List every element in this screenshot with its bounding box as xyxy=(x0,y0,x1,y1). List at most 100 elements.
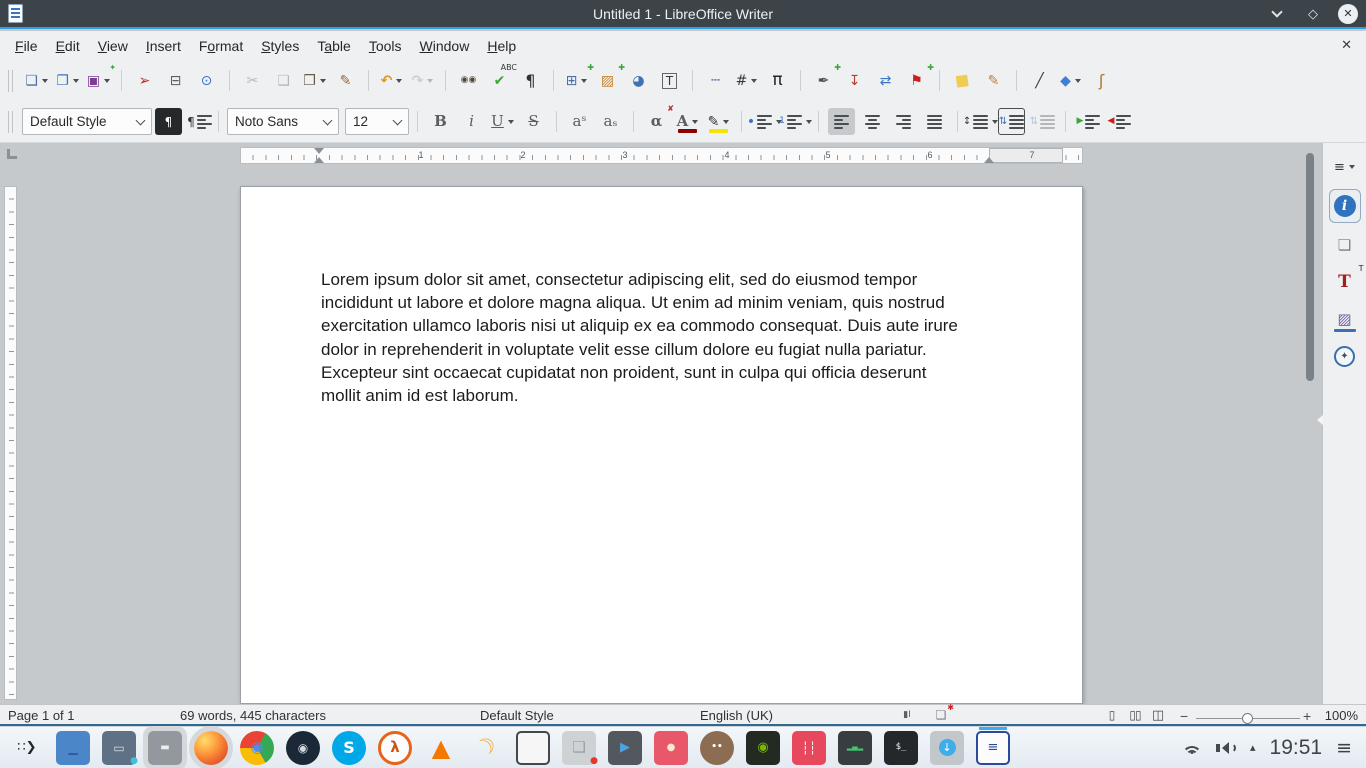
app-launcher[interactable]: ∷❯ xyxy=(10,731,44,765)
menu-insert[interactable]: Insert xyxy=(137,34,190,58)
basic-shapes-dropdown-arrow[interactable] xyxy=(1074,78,1081,83)
document-text-line[interactable]: exercitation ullamco laboris nisi ut ali… xyxy=(321,314,1021,337)
styles-deck[interactable]: TT xyxy=(1330,265,1363,296)
formatting-marks[interactable]: ¶ xyxy=(517,67,544,94)
lambda-app[interactable]: λ xyxy=(378,730,412,765)
underline-dropdown-arrow[interactable] xyxy=(507,119,514,124)
single-page-view[interactable]: ▯ xyxy=(1103,707,1121,723)
firefox[interactable] xyxy=(189,725,233,768)
font-name-dropdown-icon[interactable] xyxy=(322,115,333,125)
decrease-indent[interactable]: ◀ xyxy=(1106,108,1133,135)
redo-dropdown-arrow[interactable] xyxy=(427,78,434,83)
pavucontrol[interactable]: ┆┆ xyxy=(792,730,826,765)
tray-expand-icon[interactable]: ▴ xyxy=(1250,741,1256,754)
subscript[interactable]: aₛ xyxy=(597,108,624,135)
right-indent-marker[interactable] xyxy=(984,157,994,163)
document-text-line[interactable]: Lorem ipsum dolor sit amet, consectetur … xyxy=(321,268,1021,291)
left-indent-marker[interactable] xyxy=(314,148,324,163)
clock[interactable]: 19:51 xyxy=(1270,736,1323,760)
book-view[interactable]: ◫ xyxy=(1149,707,1167,723)
text-editor[interactable]: ❏ ● xyxy=(562,730,598,765)
multi-page-view[interactable]: ▯▯ xyxy=(1126,707,1144,723)
show-draw-functions[interactable]: ʃ xyxy=(1088,67,1115,94)
undo[interactable]: ↶ xyxy=(378,67,405,94)
insert-field[interactable]: # xyxy=(733,67,760,94)
insert-line[interactable]: ╱ xyxy=(1026,67,1053,94)
paste[interactable]: ❒ xyxy=(301,67,328,94)
zoom-slider-thumb[interactable] xyxy=(1242,713,1253,724)
align-left[interactable] xyxy=(828,108,855,135)
insert-page-break[interactable]: ┄ xyxy=(702,67,729,94)
vlc[interactable]: ▲ xyxy=(424,731,458,765)
numbered-list-dropdown-arrow[interactable] xyxy=(805,119,812,124)
save-dropdown-arrow[interactable] xyxy=(104,78,111,83)
hamburger-menu-icon[interactable]: ≡ xyxy=(1336,737,1352,759)
media-app[interactable]: ● xyxy=(654,730,688,765)
redo[interactable]: ↷ xyxy=(409,67,436,94)
menu-window[interactable]: Window xyxy=(411,34,479,58)
gimp[interactable]: •• xyxy=(700,730,734,765)
toolbar-grip[interactable] xyxy=(8,110,13,133)
document-page[interactable]: Lorem ipsum dolor sit amet, consectetur … xyxy=(240,186,1083,704)
skype[interactable]: S xyxy=(332,730,366,765)
decrease-paragraph-spacing[interactable]: ⇅ xyxy=(1029,108,1056,135)
italic[interactable]: i xyxy=(458,108,485,135)
navigator-deck[interactable]: ✦ xyxy=(1330,342,1360,370)
properties-deck[interactable]: i xyxy=(1329,190,1360,222)
insert-bookmark[interactable]: ⚑ ✚ xyxy=(903,64,934,94)
increase-paragraph-spacing[interactable]: ⇅ xyxy=(998,108,1025,135)
system-monitor[interactable]: ▂▄▂ xyxy=(838,730,872,765)
insert-endnote[interactable]: ↧ xyxy=(841,67,868,94)
volume-icon[interactable] xyxy=(1215,741,1236,754)
zoom-out-button[interactable]: − xyxy=(1180,708,1188,724)
insert-image[interactable]: ▨ ✚ xyxy=(594,64,625,94)
menu-tools[interactable]: Tools xyxy=(360,34,411,58)
underline[interactable]: U xyxy=(489,108,516,135)
new-document[interactable]: ❏ xyxy=(23,67,50,94)
menu-table[interactable]: Table xyxy=(308,34,359,58)
nvidia-settings[interactable]: ◉ xyxy=(746,730,780,765)
clone-formatting[interactable]: ✎ xyxy=(332,67,359,94)
horizontal-ruler[interactable]: 1 2 3 4 5 6 7 xyxy=(240,147,1083,164)
zoom-percent[interactable]: 100% xyxy=(1325,708,1358,723)
menu-edit[interactable]: Edit xyxy=(47,34,89,58)
menu-view[interactable]: View xyxy=(89,34,137,58)
basic-shapes[interactable]: ◆ xyxy=(1057,67,1084,94)
sidebar-collapse-handle[interactable] xyxy=(1317,415,1323,425)
steam[interactable]: ◉ xyxy=(286,730,320,765)
wifi-icon[interactable] xyxy=(1181,740,1202,755)
font-size-combobox[interactable]: 12 xyxy=(345,108,409,135)
insert-footnote[interactable]: ✒ ✚ xyxy=(810,64,841,94)
justify[interactable] xyxy=(921,108,948,135)
font-color[interactable]: A xyxy=(674,108,701,135)
print-preview[interactable]: ⊙ xyxy=(193,67,220,94)
page-count[interactable]: Page 1 of 1 xyxy=(8,708,75,723)
sidebar-settings-dropdown-arrow[interactable] xyxy=(1348,165,1355,169)
libreoffice-writer-task[interactable]: ≡ xyxy=(976,726,1010,765)
paragraph-style-combobox[interactable]: Default Style xyxy=(22,108,152,135)
font-name-combobox[interactable]: Noto Sans xyxy=(227,108,339,135)
crescent-app[interactable]: ☽ xyxy=(470,731,504,765)
spectacle-screenshot[interactable]: ▭ ● xyxy=(102,730,138,765)
new-document-dropdown-arrow[interactable] xyxy=(41,78,48,83)
insert-field-dropdown-arrow[interactable] xyxy=(751,78,758,83)
gallery-deck[interactable]: ▨ xyxy=(1330,305,1360,333)
menu-styles[interactable]: Styles xyxy=(252,34,308,58)
increase-indent[interactable]: ▶ xyxy=(1075,108,1102,135)
menu-help[interactable]: Help xyxy=(478,34,525,58)
find-and-replace[interactable]: ◉◉ xyxy=(455,67,482,94)
superscript[interactable]: aˢ xyxy=(566,108,593,135)
text-language[interactable]: English (UK) xyxy=(700,708,773,723)
track-changes[interactable]: ✎ xyxy=(980,67,1007,94)
insert-cross-reference[interactable]: ⇄ xyxy=(872,67,899,94)
undo-dropdown-arrow[interactable] xyxy=(396,78,403,83)
paragraph-style-dropdown-icon[interactable] xyxy=(135,115,146,125)
save[interactable]: ▣ ✦ xyxy=(85,64,116,94)
highlight-color[interactable]: ✎ xyxy=(705,108,732,135)
document-text-line[interactable]: incididunt ut labore et dolore magna ali… xyxy=(321,291,1021,314)
bold[interactable]: B xyxy=(427,108,454,135)
open-file-dropdown-arrow[interactable] xyxy=(72,78,79,83)
toolbar-grip[interactable] xyxy=(8,69,13,92)
insert-table-dropdown-arrow[interactable] xyxy=(581,78,588,83)
bullet-list[interactable]: • xyxy=(747,108,783,135)
